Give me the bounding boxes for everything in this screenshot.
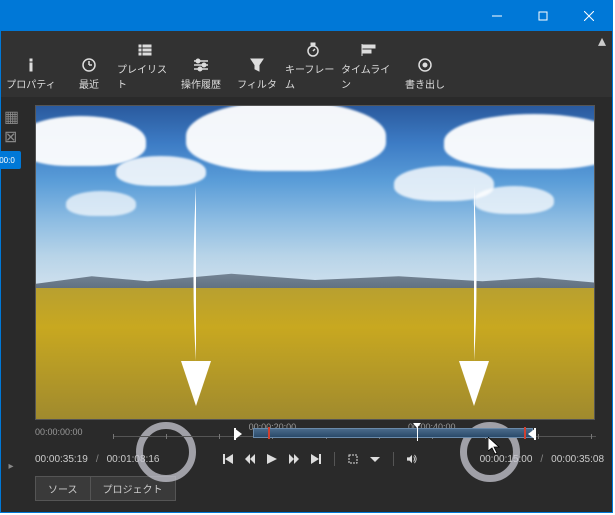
in-timecode[interactable]: 00:00:15:00 bbox=[480, 454, 533, 465]
tab-row: ソース プロジェクト bbox=[1, 470, 612, 501]
app-window: ▴ プロパティ 最近 プレイリスト 操作履歴 フィルタ キーフレーム タイ bbox=[0, 0, 613, 513]
toolbar-history[interactable]: 操作履歴 bbox=[173, 54, 229, 93]
chevron-up-icon[interactable]: ▴ bbox=[598, 31, 606, 51]
toolbar-label: キーフレーム bbox=[285, 61, 341, 91]
toolbar-filter[interactable]: フィルタ bbox=[229, 54, 285, 93]
skip-start-button[interactable] bbox=[221, 452, 235, 466]
toolbar-timeline[interactable]: タイムライン bbox=[341, 39, 397, 93]
panel-icon-1[interactable]: ▦ bbox=[4, 107, 18, 121]
list-icon bbox=[136, 41, 154, 59]
timeline-area: 00:00:00:00 00:00:20:00 00:00:40:00 bbox=[1, 420, 612, 470]
total-timecode: 00:01:08:16 bbox=[107, 454, 160, 465]
bars-icon bbox=[360, 41, 378, 59]
clock-icon bbox=[80, 56, 98, 74]
toolbar-label: 最近 bbox=[79, 76, 99, 91]
toolbar-label: 操作履歴 bbox=[181, 76, 221, 91]
forward-button[interactable] bbox=[287, 452, 301, 466]
close-button[interactable] bbox=[566, 1, 612, 31]
toolbar-properties[interactable]: プロパティ bbox=[1, 54, 61, 93]
ruler-track[interactable]: 00:00:20:00 00:00:40:00 bbox=[113, 425, 596, 439]
tab-source[interactable]: ソース bbox=[35, 476, 91, 501]
toolbar-label: タイムライン bbox=[341, 61, 397, 91]
minimize-button[interactable] bbox=[474, 1, 520, 31]
target-icon bbox=[416, 56, 434, 74]
toolbar-label: プレイリスト bbox=[117, 61, 173, 91]
expand-panel-button[interactable]: ▸ bbox=[5, 460, 17, 472]
stop-button[interactable] bbox=[346, 452, 360, 466]
ruler-start-tc: 00:00:00:00 bbox=[35, 427, 105, 437]
titlebar bbox=[1, 1, 612, 31]
toolbar: プロパティ 最近 プレイリスト 操作履歴 フィルタ キーフレーム タイムライン bbox=[1, 51, 612, 97]
ruler-clip[interactable] bbox=[253, 428, 533, 438]
toolbar-label: フィルタ bbox=[237, 76, 277, 91]
duration-timecode: 00:00:35:08 bbox=[551, 454, 604, 465]
skip-end-button[interactable] bbox=[309, 452, 323, 466]
toolbar-playlist[interactable]: プレイリスト bbox=[117, 39, 173, 93]
funnel-icon bbox=[248, 56, 266, 74]
close-panel-icon[interactable]: ⊠ bbox=[4, 127, 18, 141]
stopwatch-icon bbox=[304, 41, 322, 59]
volume-button[interactable] bbox=[405, 452, 419, 466]
toolbar-recent[interactable]: 最近 bbox=[61, 54, 117, 93]
maximize-button[interactable] bbox=[520, 1, 566, 31]
info-icon bbox=[22, 56, 40, 74]
toolbar-export[interactable]: 書き出し bbox=[397, 54, 453, 93]
rewind-button[interactable] bbox=[243, 452, 257, 466]
play-button[interactable] bbox=[265, 452, 279, 466]
current-timecode[interactable]: 00:00:35:19 bbox=[35, 454, 88, 465]
history-icon bbox=[192, 56, 210, 74]
tab-project[interactable]: プロジェクト bbox=[90, 476, 176, 501]
out-point-marker[interactable] bbox=[528, 427, 536, 439]
video-preview[interactable] bbox=[35, 105, 595, 420]
toolbar-label: 書き出し bbox=[405, 76, 445, 91]
toolbar-label: プロパティ bbox=[6, 76, 55, 91]
left-panel: ▦ ⊠ 00:0 bbox=[1, 97, 21, 420]
timecode-chip[interactable]: 00:0 bbox=[0, 151, 21, 169]
transport-controls bbox=[221, 452, 419, 466]
in-point-marker[interactable] bbox=[234, 427, 242, 439]
toolbar-keyframe[interactable]: キーフレーム bbox=[285, 39, 341, 93]
dropdown-icon[interactable] bbox=[368, 452, 382, 466]
playhead[interactable] bbox=[417, 425, 418, 441]
